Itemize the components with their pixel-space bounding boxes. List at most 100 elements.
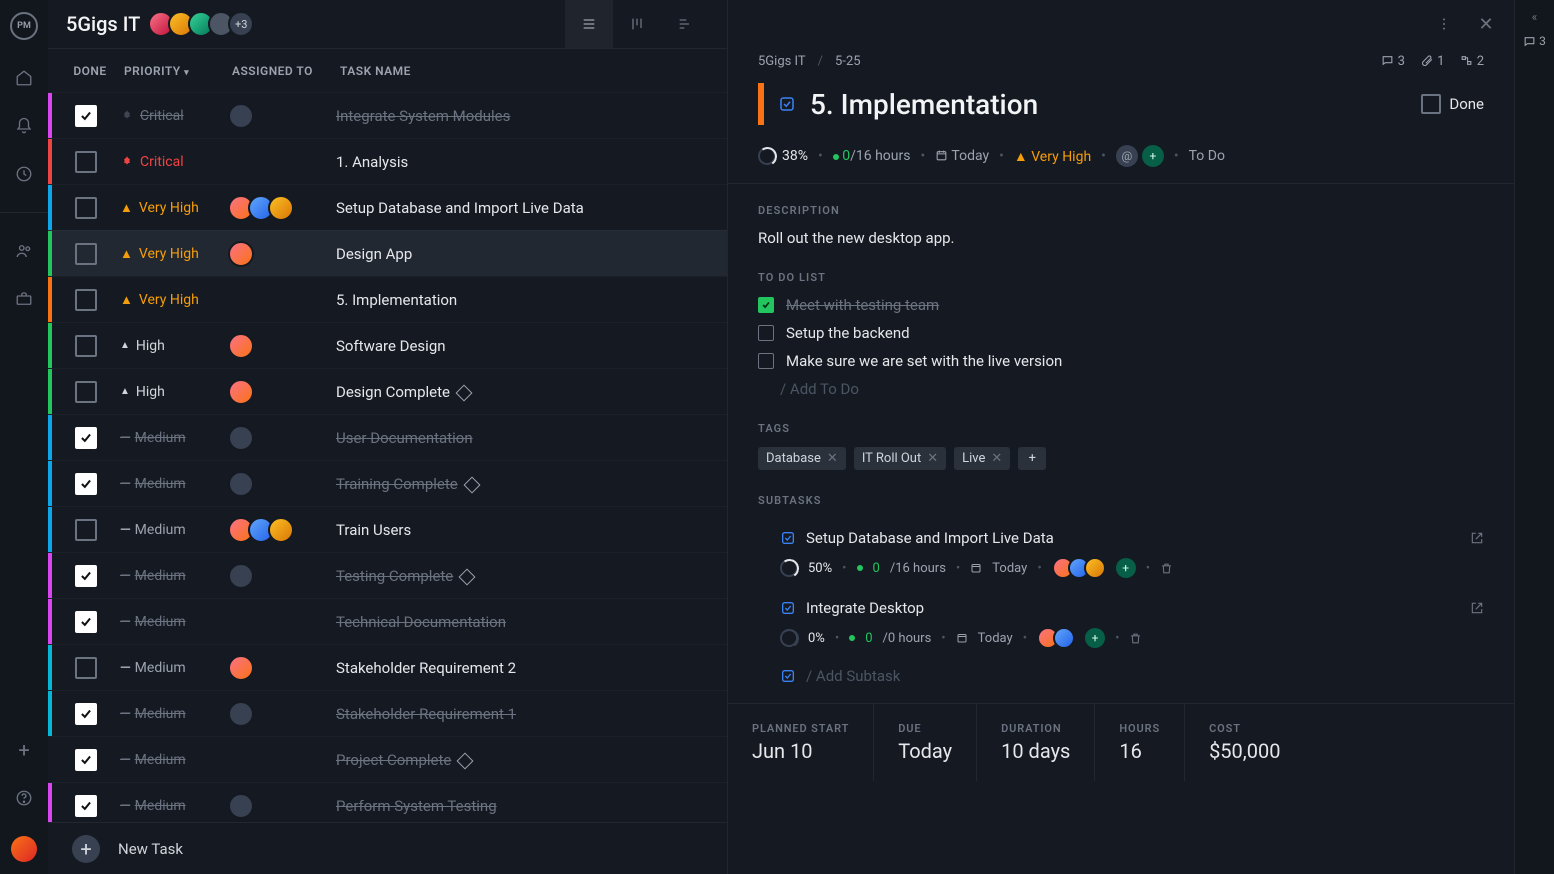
todo-checkbox[interactable]: [758, 353, 774, 369]
assignee-cell[interactable]: [228, 241, 336, 267]
gantt-view-tab[interactable]: [661, 0, 709, 48]
done-checkbox[interactable]: [75, 703, 97, 725]
assignee-cell[interactable]: [228, 103, 336, 129]
close-icon[interactable]: ✕: [1476, 14, 1496, 34]
priority-cell[interactable]: ▲ High: [120, 338, 228, 354]
tag[interactable]: Live✕: [954, 447, 1010, 470]
planned-stat[interactable]: HOURS16: [1095, 704, 1185, 781]
done-checkbox[interactable]: [75, 335, 97, 357]
board-view-tab[interactable]: [613, 0, 661, 48]
done-checkbox[interactable]: [75, 427, 97, 449]
assignee-cell[interactable]: [228, 793, 336, 819]
done-checkbox[interactable]: [75, 105, 97, 127]
home-icon[interactable]: [14, 68, 34, 88]
done-checkbox[interactable]: [75, 473, 97, 495]
date[interactable]: Today: [935, 148, 989, 164]
priority-cell[interactable]: Critical: [120, 108, 228, 124]
assignee-cell[interactable]: [228, 379, 336, 405]
clock-icon[interactable]: [14, 164, 34, 184]
add-assignee-icon[interactable]: +: [1085, 628, 1105, 648]
more-menu-icon[interactable]: [1434, 14, 1454, 34]
done-checkbox[interactable]: [75, 197, 97, 219]
new-task-plus-icon[interactable]: +: [72, 835, 100, 863]
priority-cell[interactable]: — Medium: [120, 798, 228, 814]
task-row[interactable]: ▲ HighDesign Complete: [48, 368, 727, 414]
priority-cell[interactable]: — Medium: [120, 706, 228, 722]
comments-count[interactable]: 3: [1381, 54, 1405, 69]
task-row[interactable]: — MediumTechnical Documentation: [48, 598, 727, 644]
assignee-cell[interactable]: [228, 425, 336, 451]
done-checkbox[interactable]: [75, 657, 97, 679]
planned-stat[interactable]: DURATION10 days: [977, 704, 1095, 781]
priority-cell[interactable]: ▲ Very High: [120, 200, 228, 216]
assignee-cell[interactable]: [228, 471, 336, 497]
status[interactable]: To Do: [1189, 148, 1225, 164]
task-row[interactable]: ▲ Very High5. Implementation: [48, 276, 727, 322]
done-checkbox[interactable]: [75, 611, 97, 633]
task-row[interactable]: ▲ HighSoftware Design: [48, 322, 727, 368]
priority-cell[interactable]: — Medium: [120, 752, 228, 768]
open-subtask-icon[interactable]: [1470, 601, 1484, 615]
list-view-tab[interactable]: [565, 0, 613, 48]
progress[interactable]: 38%: [758, 147, 808, 165]
help-icon[interactable]: [14, 788, 34, 808]
task-row[interactable]: — MediumStakeholder Requirement 2: [48, 644, 727, 690]
assignees[interactable]: @+: [1116, 145, 1164, 167]
remove-tag-icon[interactable]: ✕: [827, 451, 838, 466]
add-icon[interactable]: +: [14, 740, 34, 760]
planned-stat[interactable]: COST$50,000: [1185, 704, 1304, 781]
priority-cell[interactable]: — Medium: [120, 522, 228, 538]
add-assignee-icon[interactable]: +: [1116, 558, 1136, 578]
done-checkbox[interactable]: [75, 519, 97, 541]
priority-cell[interactable]: ▲ Very High: [120, 292, 228, 308]
subtask[interactable]: Integrate Desktop0%• 0/0 hours• Today•+•: [758, 589, 1484, 659]
hours[interactable]: 0/16 hours: [833, 148, 911, 164]
app-logo[interactable]: PM: [10, 12, 38, 40]
planned-stat[interactable]: PLANNED STARTJun 10: [728, 704, 874, 781]
priority-cell[interactable]: — Medium: [120, 660, 228, 676]
task-row[interactable]: — MediumTesting Complete: [48, 552, 727, 598]
task-title[interactable]: 5. Implementation: [810, 88, 1407, 121]
self-avatar[interactable]: [11, 836, 37, 862]
done-checkbox[interactable]: [75, 565, 97, 587]
subtask[interactable]: Setup Database and Import Live Data50%• …: [758, 519, 1484, 589]
bell-icon[interactable]: [14, 116, 34, 136]
done-checkbox[interactable]: [75, 749, 97, 771]
tag[interactable]: Database✕: [758, 447, 846, 470]
collapse-icon[interactable]: «: [1532, 10, 1538, 24]
assignee-cell[interactable]: [228, 701, 336, 727]
done-toggle[interactable]: Done: [1421, 94, 1484, 114]
assignee-cell[interactable]: [228, 517, 336, 543]
remove-tag-icon[interactable]: ✕: [991, 451, 1002, 466]
new-task-row[interactable]: + New Task: [48, 822, 727, 874]
todo-checkbox[interactable]: [758, 297, 774, 313]
assignee-cell[interactable]: [228, 655, 336, 681]
todo-item[interactable]: Meet with testing team: [758, 296, 1484, 314]
assignee-cell[interactable]: [228, 563, 336, 589]
task-row[interactable]: Critical1. Analysis: [48, 138, 727, 184]
tag[interactable]: IT Roll Out✕: [854, 447, 946, 470]
todo-item[interactable]: Setup the backend: [758, 324, 1484, 342]
done-checkbox[interactable]: [75, 151, 97, 173]
priority-cell[interactable]: — Medium: [120, 568, 228, 584]
task-row[interactable]: — MediumTrain Users: [48, 506, 727, 552]
done-checkbox[interactable]: [75, 381, 97, 403]
priority-cell[interactable]: — Medium: [120, 430, 228, 446]
assignee-cell[interactable]: [228, 195, 336, 221]
planned-stat[interactable]: DUEToday: [874, 704, 977, 781]
priority-cell[interactable]: ▲ Very High: [120, 246, 228, 262]
task-row[interactable]: — MediumTraining Complete: [48, 460, 727, 506]
task-row[interactable]: ▲ Very HighDesign App: [48, 230, 727, 276]
priority-cell[interactable]: ▲ High: [120, 384, 228, 400]
attachments-count[interactable]: 1: [1421, 54, 1445, 69]
subtasks-count[interactable]: 2: [1460, 54, 1484, 69]
priority-cell[interactable]: — Medium: [120, 476, 228, 492]
comments-strip-count[interactable]: 3: [1523, 34, 1546, 48]
task-row[interactable]: — MediumProject Complete: [48, 736, 727, 782]
todo-item[interactable]: Make sure we are set with the live versi…: [758, 352, 1484, 370]
team-icon[interactable]: [14, 241, 34, 261]
task-row[interactable]: CriticalIntegrate System Modules: [48, 92, 727, 138]
delete-subtask-icon[interactable]: [1129, 632, 1142, 645]
priority[interactable]: ▲ Very High: [1014, 148, 1091, 165]
task-row[interactable]: — MediumPerform System Testing: [48, 782, 727, 822]
